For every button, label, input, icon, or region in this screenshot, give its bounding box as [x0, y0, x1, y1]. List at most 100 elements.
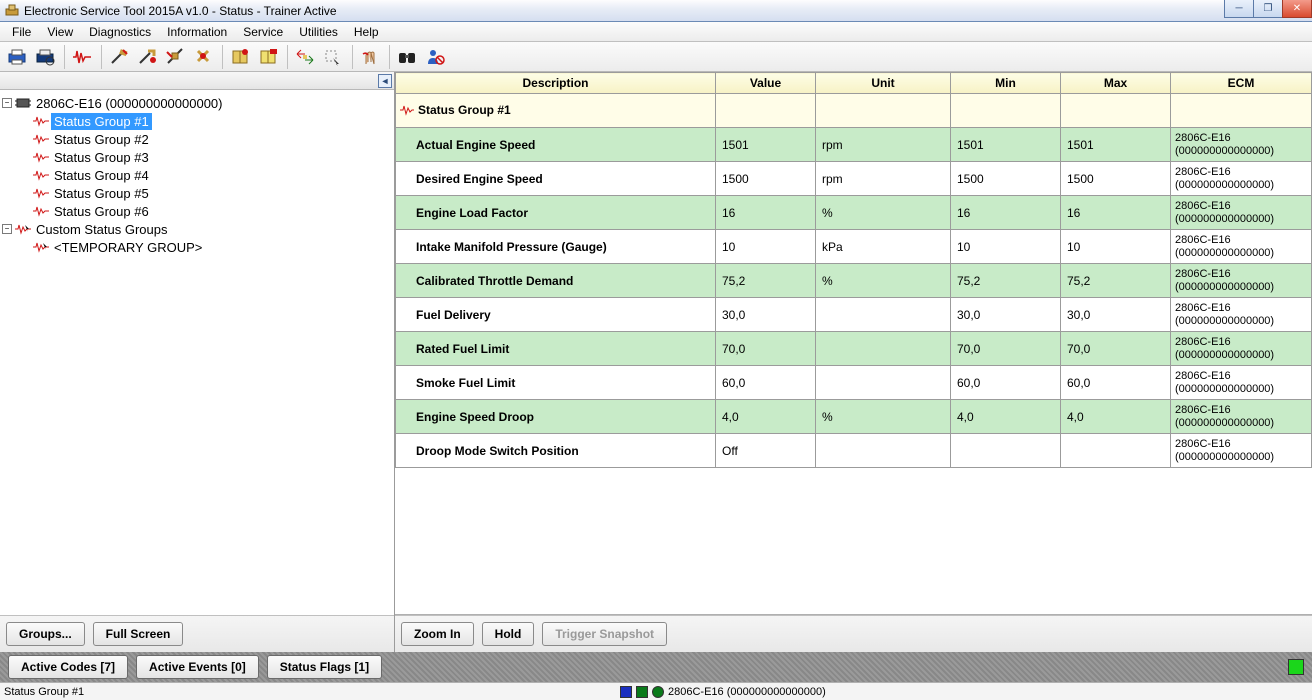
cell-desc: Actual Engine Speed — [396, 128, 716, 162]
wave-icon — [33, 168, 49, 182]
status-square-blue — [620, 686, 632, 698]
hold-button[interactable]: Hold — [482, 622, 535, 646]
tree-custom-label: Custom Status Groups — [33, 221, 171, 238]
tool3-icon[interactable] — [162, 44, 188, 70]
fullscreen-button[interactable]: Full Screen — [93, 622, 184, 646]
cell-value: 1500 — [716, 162, 816, 196]
app-icon — [4, 3, 20, 19]
menu-information[interactable]: Information — [159, 23, 235, 41]
table-row[interactable]: Desired Engine Speed1500rpm150015002806C… — [396, 162, 1312, 196]
cell-ecm: 2806C-E16(000000000000000) — [1171, 332, 1312, 366]
table-row[interactable]: Droop Mode Switch PositionOff2806C-E16(0… — [396, 434, 1312, 468]
cell-ecm: 2806C-E16(000000000000000) — [1171, 298, 1312, 332]
col-header[interactable]: Value — [716, 73, 816, 94]
tree-status-group[interactable]: Status Group #1 — [2, 112, 392, 130]
tree-status-group[interactable]: Status Group #6 — [2, 202, 392, 220]
tree-group-label: Status Group #1 — [51, 113, 152, 130]
hand-icon[interactable] — [357, 44, 383, 70]
col-header[interactable]: Unit — [816, 73, 951, 94]
cursor-icon[interactable] — [320, 44, 346, 70]
table-row[interactable]: Fuel Delivery30,030,030,02806C-E16(00000… — [396, 298, 1312, 332]
waveform-icon[interactable] — [69, 44, 95, 70]
titlebar: Electronic Service Tool 2015A v1.0 - Sta… — [0, 0, 1312, 22]
cell-min: 4,0 — [951, 400, 1061, 434]
tree-temp-group[interactable]: <TEMPORARY GROUP> — [2, 238, 392, 256]
tab-active-codes[interactable]: Active Codes [7] — [8, 655, 128, 679]
group-header-cell: Status Group #1 — [396, 94, 716, 128]
menu-file[interactable]: File — [4, 23, 39, 41]
cell-value: 1501 — [716, 128, 816, 162]
menu-view[interactable]: View — [39, 23, 81, 41]
arrows-icon[interactable] — [292, 44, 318, 70]
col-header[interactable]: ECM — [1171, 73, 1312, 94]
expander-icon[interactable]: − — [2, 98, 12, 108]
wave-icon — [33, 204, 49, 218]
cell-desc: Rated Fuel Limit — [396, 332, 716, 366]
tab-status-flags[interactable]: Status Flags [1] — [267, 655, 382, 679]
menu-service[interactable]: Service — [235, 23, 291, 41]
tree-device[interactable]: − 2806C-E16 (000000000000000) — [2, 94, 392, 112]
cell-min: 16 — [951, 196, 1061, 230]
cell-unit — [816, 332, 951, 366]
menu-help[interactable]: Help — [346, 23, 387, 41]
cell-value: 75,2 — [716, 264, 816, 298]
tool2-icon[interactable] — [134, 44, 160, 70]
groups-button[interactable]: Groups... — [6, 622, 85, 646]
table-row[interactable]: Calibrated Throttle Demand75,2%75,275,22… — [396, 264, 1312, 298]
close-button[interactable]: ✕ — [1282, 0, 1312, 18]
zoomin-button[interactable]: Zoom In — [401, 622, 474, 646]
tree: − 2806C-E16 (000000000000000) Status Gro… — [0, 90, 394, 615]
print-icon[interactable] — [4, 44, 30, 70]
cell-unit — [816, 366, 951, 400]
tree-group-label: Status Group #4 — [51, 167, 152, 184]
col-header[interactable]: Description — [396, 73, 716, 94]
wave-icon — [33, 150, 49, 164]
cell-ecm: 2806C-E16(000000000000000) — [1171, 400, 1312, 434]
binoculars-icon[interactable] — [394, 44, 420, 70]
cell-unit: rpm — [816, 162, 951, 196]
cell-ecm: 2806C-E16(000000000000000) — [1171, 366, 1312, 400]
book2-icon[interactable] — [255, 44, 281, 70]
tree-status-group[interactable]: Status Group #5 — [2, 184, 392, 202]
col-header[interactable]: Max — [1061, 73, 1171, 94]
cell-value: 16 — [716, 196, 816, 230]
cell-unit: % — [816, 264, 951, 298]
table-row[interactable]: Smoke Fuel Limit60,060,060,02806C-E16(00… — [396, 366, 1312, 400]
table-row[interactable]: Engine Speed Droop4,0%4,04,02806C-E16(00… — [396, 400, 1312, 434]
minimize-button[interactable]: ─ — [1224, 0, 1254, 18]
menu-diagnostics[interactable]: Diagnostics — [81, 23, 159, 41]
tab-active-events[interactable]: Active Events [0] — [136, 655, 259, 679]
tree-custom[interactable]: − Custom Status Groups — [2, 220, 392, 238]
person-icon[interactable] — [422, 44, 448, 70]
collapse-panel-icon[interactable]: ◄ — [378, 74, 392, 88]
table-row[interactable]: Intake Manifold Pressure (Gauge)10kPa101… — [396, 230, 1312, 264]
wave-icon — [33, 186, 49, 200]
menu-utilities[interactable]: Utilities — [291, 23, 346, 41]
tree-temp-label: <TEMPORARY GROUP> — [51, 239, 205, 256]
cell-value: 30,0 — [716, 298, 816, 332]
cell-unit: kPa — [816, 230, 951, 264]
cell-desc: Smoke Fuel Limit — [396, 366, 716, 400]
window-title: Electronic Service Tool 2015A v1.0 - Sta… — [24, 4, 337, 18]
col-header[interactable]: Min — [951, 73, 1061, 94]
cell-max: 75,2 — [1061, 264, 1171, 298]
cell-min: 1501 — [951, 128, 1061, 162]
expander-icon[interactable]: − — [2, 224, 12, 234]
tool4-icon[interactable] — [190, 44, 216, 70]
tree-status-group[interactable]: Status Group #4 — [2, 166, 392, 184]
cell-unit: rpm — [816, 128, 951, 162]
cell-desc: Desired Engine Speed — [396, 162, 716, 196]
print-preview-icon[interactable] — [32, 44, 58, 70]
cell-value: Off — [716, 434, 816, 468]
tree-status-group[interactable]: Status Group #2 — [2, 130, 392, 148]
table-row[interactable]: Rated Fuel Limit70,070,070,02806C-E16(00… — [396, 332, 1312, 366]
tool1-icon[interactable] — [106, 44, 132, 70]
table-row[interactable]: Engine Load Factor16%16162806C-E16(00000… — [396, 196, 1312, 230]
tree-status-group[interactable]: Status Group #3 — [2, 148, 392, 166]
cell-desc: Droop Mode Switch Position — [396, 434, 716, 468]
cell-max: 1501 — [1061, 128, 1171, 162]
maximize-button[interactable]: ❐ — [1253, 0, 1283, 18]
wave-icon — [33, 132, 49, 146]
table-row[interactable]: Actual Engine Speed1501rpm150115012806C-… — [396, 128, 1312, 162]
book1-icon[interactable] — [227, 44, 253, 70]
